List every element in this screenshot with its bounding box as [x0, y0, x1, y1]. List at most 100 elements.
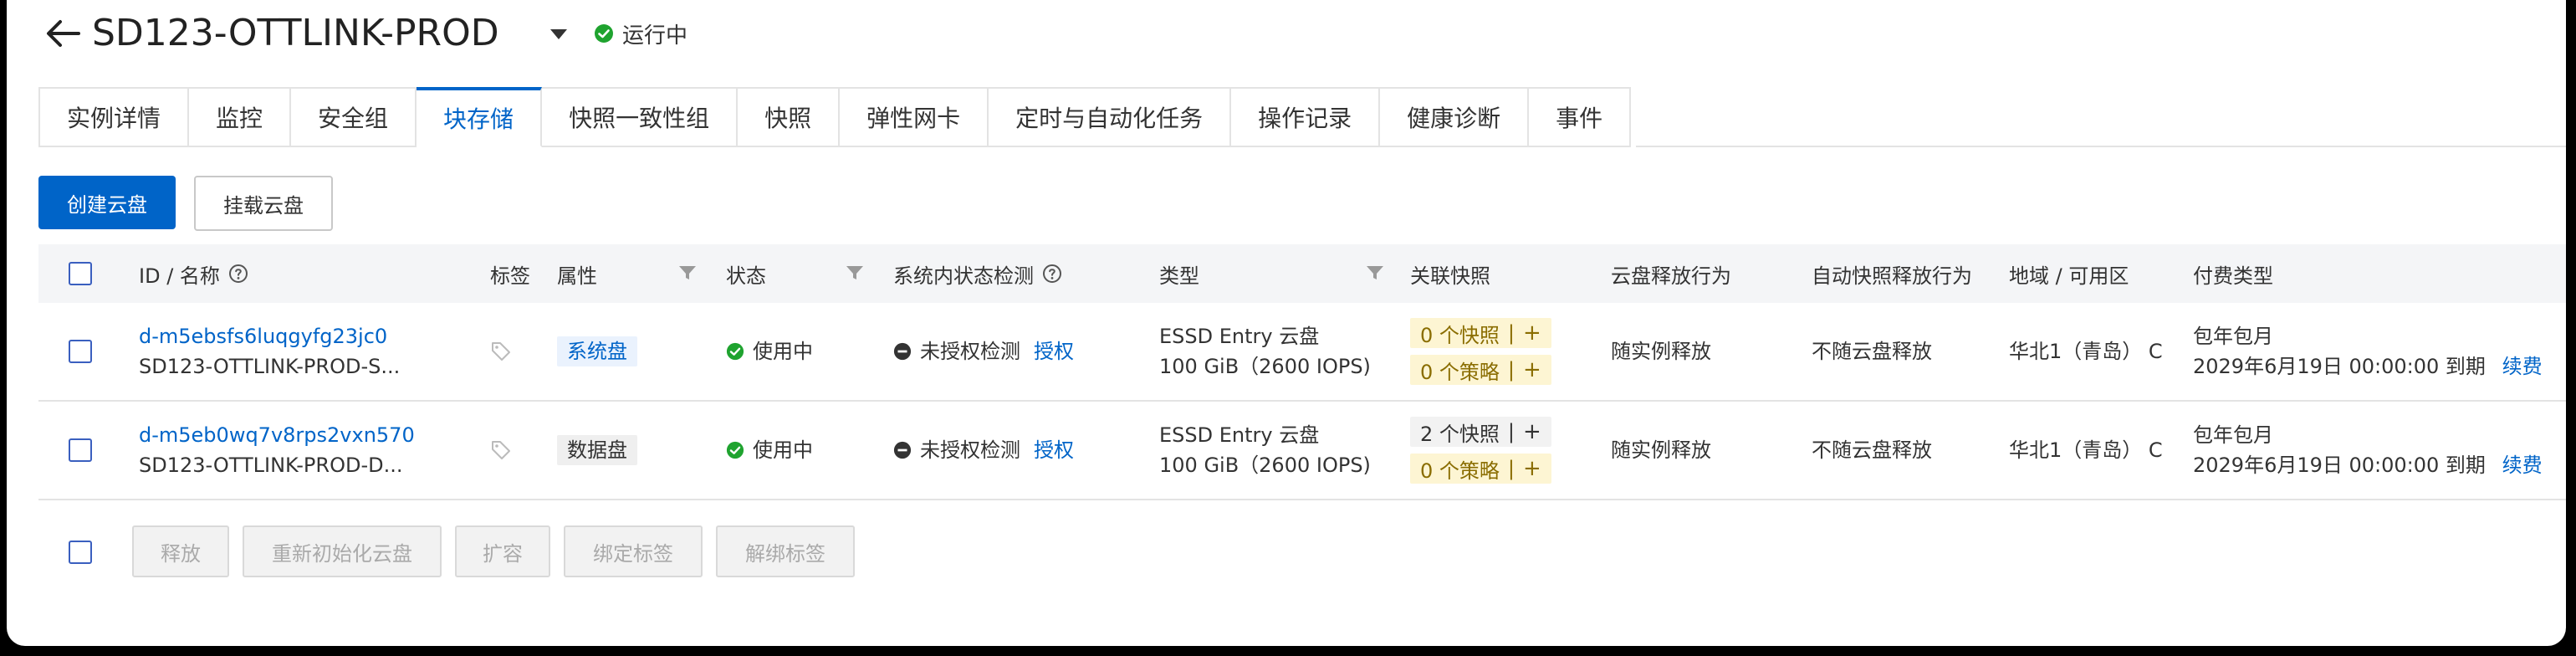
release-button[interactable]: 释放: [132, 525, 229, 577]
separator: |: [1507, 321, 1515, 345]
status-text: 运行中: [622, 23, 688, 49]
separator: |: [1507, 420, 1515, 443]
col-id-label: ID / 名称: [139, 264, 220, 288]
filter-icon[interactable]: [1365, 263, 1385, 283]
caret-down-icon[interactable]: [547, 22, 570, 45]
filter-icon[interactable]: [677, 263, 698, 283]
disk-status: 使用中: [726, 336, 813, 366]
tab-operation-logs[interactable]: 操作记录: [1231, 87, 1381, 147]
reinitialize-disk-button[interactable]: 重新初始化云盘: [243, 525, 442, 577]
tab-snapshot-consistency-group[interactable]: 快照一致性组: [542, 87, 739, 147]
col-system-check: 系统内状态检测: [893, 244, 1062, 303]
authorize-link[interactable]: 授权: [1034, 336, 1074, 366]
renew-link[interactable]: 续费: [2502, 454, 2543, 477]
minus-circle-icon: [893, 342, 912, 361]
snapshot-count-link[interactable]: 0 个快照: [1420, 319, 1500, 348]
page-title: SD123-OTTLINK-PROD: [92, 12, 499, 54]
region-zone: 华北1（青岛） C: [2009, 438, 2163, 462]
col-id-name: ID / 名称: [139, 244, 248, 303]
bulk-select-checkbox[interactable]: [69, 541, 92, 564]
separator: |: [1507, 457, 1515, 480]
back-arrow-icon[interactable]: [42, 12, 85, 55]
release-behavior: 随实例释放: [1611, 340, 1711, 363]
add-policy-button[interactable]: +: [1523, 456, 1541, 481]
col-status: 状态: [726, 264, 766, 288]
tab-snapshots[interactable]: 快照: [738, 87, 841, 147]
check-circle-icon: [595, 24, 613, 43]
snapshot-count-link[interactable]: 2 个快照: [1420, 418, 1500, 447]
snapshot-count-box: 0 个快照 | +: [1410, 318, 1551, 348]
col-auto-release: 自动快照释放行为: [1812, 264, 1972, 288]
check-text: 未授权检测: [920, 340, 1020, 363]
region-zone: 华北1（青岛） C: [2009, 340, 2163, 363]
disk-id-link[interactable]: d-m5ebsfs6luqgyfg23jc0: [139, 321, 387, 351]
check-text: 未授权检测: [920, 438, 1020, 462]
authorize-link[interactable]: 授权: [1034, 435, 1074, 465]
snapshot-count-box: 2 个快照 | +: [1410, 417, 1551, 447]
col-billing: 付费类型: [2193, 264, 2273, 288]
disk-name: SD123-OTTLINK-PROD-D...: [139, 454, 403, 477]
expire-text: 2029年6月19日 00:00:00 到期: [2193, 454, 2486, 477]
col-tag: 标签: [490, 264, 530, 288]
disk-type: ESSD Entry 云盘: [1159, 325, 1320, 348]
auto-release-behavior: 不随云盘释放: [1812, 438, 1932, 462]
expire-text: 2029年6月19日 00:00:00 到期: [2193, 355, 2486, 378]
policy-count-box: 0 个策略 | +: [1410, 454, 1551, 484]
tab-bar: 实例详情 监控 安全组 块存储 快照一致性组 快照 弹性网卡 定时与自动化任务 …: [38, 87, 1632, 147]
renew-link[interactable]: 续费: [2502, 355, 2543, 378]
attach-disk-button[interactable]: 挂载云盘: [194, 176, 333, 231]
help-icon[interactable]: [228, 264, 248, 284]
tab-scheduled-tasks[interactable]: 定时与自动化任务: [989, 87, 1232, 147]
disk-capacity: 100 GiB（2600 IOPS): [1159, 454, 1371, 477]
add-snapshot-button[interactable]: +: [1523, 419, 1541, 444]
auto-release-behavior: 不随云盘释放: [1812, 340, 1932, 363]
billing-type: 包年包月: [2193, 325, 2273, 348]
add-policy-button[interactable]: +: [1523, 357, 1541, 382]
tab-instance-details[interactable]: 实例详情: [40, 87, 190, 147]
disk-id-link[interactable]: d-m5eb0wq7v8rps2vxn570: [139, 420, 415, 450]
unbind-tag-button[interactable]: 解绑标签: [716, 525, 855, 577]
tag-icon[interactable]: [490, 341, 512, 362]
add-snapshot-button[interactable]: +: [1523, 320, 1541, 346]
filter-icon[interactable]: [845, 263, 865, 283]
policy-count-link[interactable]: 0 个策略: [1420, 356, 1500, 385]
tag-icon[interactable]: [490, 439, 512, 461]
col-attr: 属性: [557, 264, 597, 288]
row-checkbox[interactable]: [69, 340, 92, 363]
tabs-divider: [1636, 146, 2566, 147]
check-circle-icon: [726, 342, 744, 361]
tab-security-group[interactable]: 安全组: [291, 87, 417, 147]
tab-events[interactable]: 事件: [1529, 87, 1632, 147]
tab-health-diagnosis[interactable]: 健康诊断: [1380, 87, 1530, 147]
policy-count-link[interactable]: 0 个策略: [1420, 454, 1500, 484]
main-window: SD123-OTTLINK-PROD 运行中 实例详情 监控 安全组 块存储 快…: [7, 0, 2566, 646]
disk-capacity: 100 GiB（2600 IOPS): [1159, 355, 1371, 378]
status-text: 使用中: [753, 340, 813, 363]
tab-block-storage[interactable]: 块存储: [417, 87, 543, 147]
create-disk-button[interactable]: 创建云盘: [38, 176, 176, 229]
system-check: 未授权检测 授权: [893, 336, 1074, 366]
disk-attr-badge: 数据盘: [557, 435, 637, 465]
help-icon[interactable]: [1042, 264, 1062, 284]
table-header: ID / 名称 标签 属性 状态 系统内状态检测 类型 关联快照 云盘释放行为 …: [38, 244, 2566, 303]
instance-status: 运行中: [594, 18, 687, 49]
tab-eni[interactable]: 弹性网卡: [840, 87, 989, 147]
disk-type: ESSD Entry 云盘: [1159, 423, 1320, 447]
release-behavior: 随实例释放: [1611, 438, 1711, 462]
check-circle-icon: [726, 441, 744, 459]
bind-tag-button[interactable]: 绑定标签: [564, 525, 703, 577]
billing-expire: 2029年6月19日 00:00:00 到期 续费: [2193, 351, 2543, 382]
table-row: d-m5ebsfs6luqgyfg23jc0 SD123-OTTLINK-PRO…: [38, 303, 2566, 402]
col-check-label: 系统内状态检测: [893, 264, 1034, 288]
separator: |: [1507, 358, 1515, 382]
row-checkbox[interactable]: [69, 438, 92, 462]
select-all-checkbox[interactable]: [69, 262, 92, 285]
col-snapshot: 关联快照: [1410, 264, 1490, 288]
expand-button[interactable]: 扩容: [455, 525, 550, 577]
tab-monitoring[interactable]: 监控: [189, 87, 292, 147]
table-row: d-m5eb0wq7v8rps2vxn570 SD123-OTTLINK-PRO…: [38, 402, 2566, 500]
disk-name: SD123-OTTLINK-PROD-S...: [139, 355, 401, 378]
status-text: 使用中: [753, 438, 813, 462]
system-check: 未授权检测 授权: [893, 435, 1074, 465]
col-release: 云盘释放行为: [1611, 264, 1731, 288]
